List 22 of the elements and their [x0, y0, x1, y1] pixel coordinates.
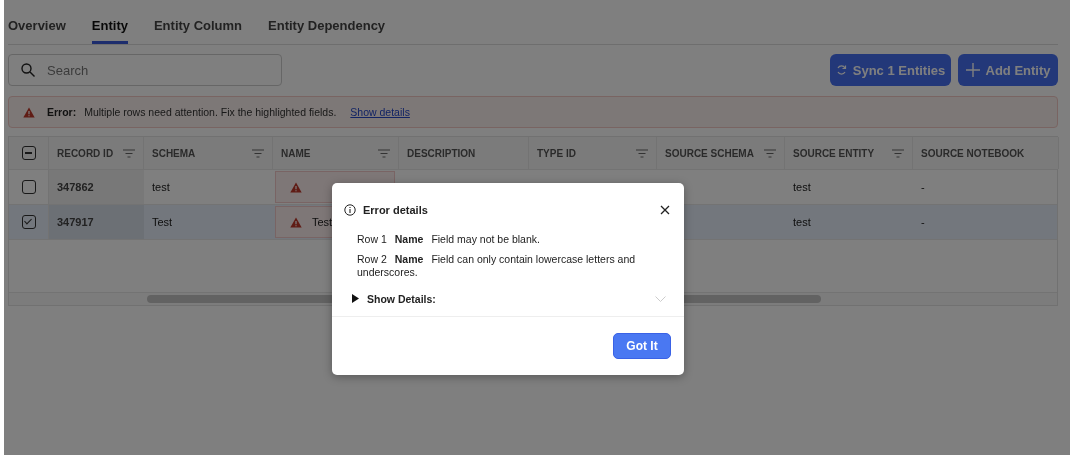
- dialog-title: Error details: [363, 204, 429, 216]
- table-cell: Test: [152, 216, 173, 228]
- table-cell: -: [921, 216, 925, 228]
- column-header: RECORD ID: [57, 147, 114, 159]
- column-header: SOURCE ENTITY: [793, 147, 875, 159]
- error-label: Error:: [47, 106, 77, 118]
- error-item: Row 1 Name Field may not be blank.: [357, 233, 541, 246]
- column-header: SOURCE SCHEMA: [665, 147, 754, 159]
- column-header: SOURCE NOTEBOOK: [921, 147, 1025, 159]
- table-cell: Test: [312, 216, 333, 228]
- error-item: Row 2 Name Field can only contain lowercase letters and underscores.: [357, 253, 637, 279]
- table-cell: test: [793, 181, 811, 193]
- table-cell: test: [152, 181, 170, 193]
- column-header: DESCRIPTION: [407, 147, 476, 159]
- table-cell: 347862: [57, 181, 94, 193]
- table-cell: test: [793, 216, 811, 228]
- table-cell: 347917: [57, 216, 94, 228]
- error-message: Multiple rows need attention. Fix the highlighted fields.: [84, 106, 337, 118]
- table-cell: -: [921, 181, 925, 193]
- column-header: SCHEMA: [152, 147, 196, 159]
- column-header: NAME: [281, 147, 311, 159]
- column-header: TYPE ID: [537, 147, 576, 159]
